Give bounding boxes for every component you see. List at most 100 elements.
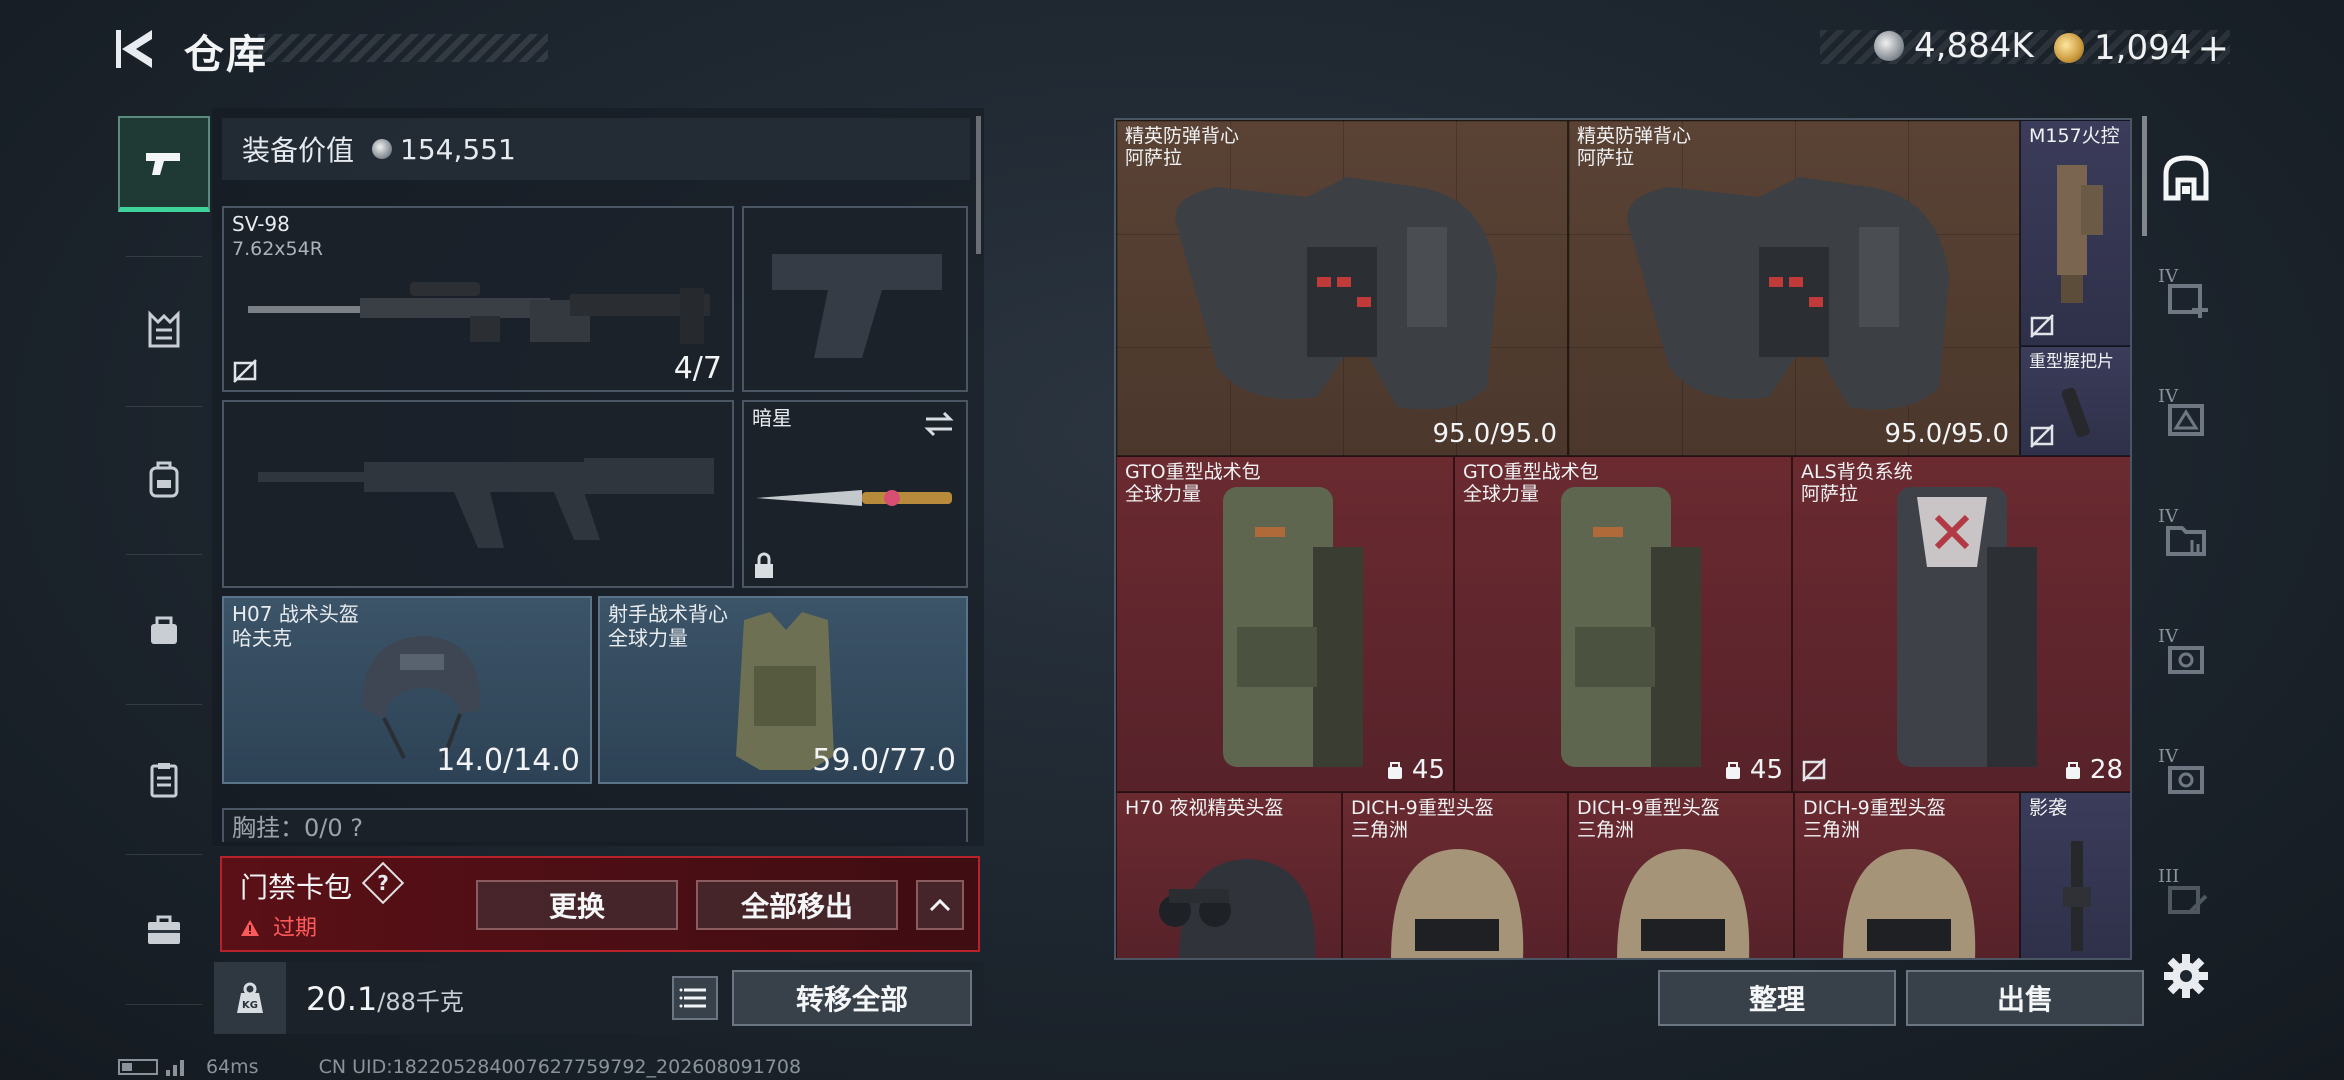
remove-all-button[interactable]: 全部移出 [696,880,898,930]
list-icon [679,988,706,1008]
stash-item[interactable]: 精英防弹背心 阿萨拉 95.0/95.0 [1568,120,2020,456]
gold-currency-value: 1,094 [2094,28,2192,68]
melee-name: 暗星 [752,406,792,430]
item-name: DICH-9重型头盔 [1577,797,1720,819]
rail-item-chest-rig[interactable] [118,282,210,378]
rail-item-add-storage[interactable]: IV [2146,248,2226,348]
capacity-icon [2065,762,2080,779]
tertiary-weapon-slot[interactable] [222,400,734,588]
transfer-all-button[interactable]: 转移全部 [732,970,972,1026]
no-durability-icon [2030,424,2054,448]
equipment-value: 154,551 [400,132,516,166]
silver-coin-icon [372,139,393,159]
lock-icon [755,552,773,578]
ping-readout: 64ms [206,1056,259,1078]
sort-button[interactable]: 整理 [1658,970,1896,1026]
stash-grid: 精英防弹背心 阿萨拉 95.0/95.0 精英防弹背心 阿萨拉 95.0/95.0 … [1114,118,2132,960]
weight-current: 20.1 [306,980,378,1018]
uid-readout: CN UID:182205284007627759792_20260809170… [318,1056,802,1078]
chest-rig-slot[interactable]: 胸挂：0/0 ? [222,808,968,842]
chest-rig-icon [148,310,180,348]
pistol-icon [146,152,180,175]
stash-item[interactable]: 影袭 [2020,792,2130,958]
stash-item[interactable]: GTO重型战术包 全球力量 45 [1454,456,1792,792]
gold-coin-icon [2054,33,2084,63]
signal-icon [166,1058,190,1076]
rail-item-case[interactable] [118,732,210,828]
stash-item[interactable]: GTO重型战术包 全球力量 45 [1116,456,1454,792]
gear-icon[interactable] [2162,952,2210,1000]
access-card-status: 过期 [240,910,317,942]
pistol-placeholder-icon [772,254,942,358]
rail-item-storage-3[interactable]: IV [2146,488,2226,588]
no-durability-icon [1802,758,1826,782]
item-name: 重型握把片 [2029,352,2114,372]
collapse-button[interactable] [916,880,964,930]
svg-text:KG: KG [242,1000,258,1011]
helmet-name: H07 战术头盔 [232,602,359,626]
weight-readout: 20.1/88千克 [306,980,464,1018]
rail-item-pouch[interactable] [118,582,210,678]
item-brand: 全球力量 [1463,483,1540,505]
storage-home-icon [2163,155,2209,201]
category-rail [118,106,210,1006]
stash-item[interactable]: 重型握把片 [2020,346,2130,456]
rail-item-all-storage[interactable] [2146,128,2226,228]
item-brand: 三角洲 [1577,819,1635,841]
storage-level: IV [2158,266,2179,287]
rifle-placeholder-icon [258,458,714,548]
warning-icon [241,920,259,936]
stash-item[interactable]: DICH-9重型头盔 三角洲 [1342,792,1568,958]
armor-durability: 59.0/77.0 [812,743,956,778]
item-name: DICH-9重型头盔 [1803,797,1946,819]
armor-slot[interactable]: 射手战术背心 全球力量 59.0/77.0 [598,596,968,784]
storage-level: III [2158,866,2180,887]
item-name: ALS背负系统 [1801,461,1913,483]
stash-item[interactable]: 精英防弹背心 阿萨拉 95.0/95.0 [1116,120,1568,456]
secondary-weapon-slot[interactable] [742,206,968,392]
weight-icon: KG [214,962,286,1034]
list-view-button[interactable] [672,976,718,1020]
sell-button[interactable]: 出售 [1906,970,2144,1026]
item-brand: 三角洲 [1803,819,1861,841]
grip-plate-icon [2061,387,2090,438]
expired-label: 过期 [273,916,318,941]
stash-item[interactable]: M157火控 [2020,120,2130,346]
rail-item-backpack[interactable] [118,432,210,528]
equipment-scrollbar[interactable] [976,116,981,254]
replace-button[interactable]: 更换 [476,880,678,930]
weapon-ammo: 4/7 [673,351,722,386]
item-capacity: 28 [2062,755,2123,785]
equipment-value-bar: 装备价值 154,551 [222,118,970,180]
stash-item[interactable]: ALS背负系统 阿萨拉 28 [1792,456,2130,792]
primary-weapon-slot[interactable]: SV-98 7.62x54R 4/7 [222,206,734,392]
storage-level: IV [2158,746,2179,767]
capacity-icon [1387,762,1402,779]
item-capacity: 45 [1384,755,1445,785]
rail-item-briefcase[interactable] [118,882,210,978]
swap-icon[interactable] [922,410,956,438]
knife-icon [756,490,952,506]
rail-item-weapons[interactable] [118,116,210,212]
stash-item[interactable]: H70 夜视精英头盔 [1116,792,1342,958]
helmet-slot[interactable]: H07 战术头盔 哈夫克 14.0/14.0 [222,596,592,784]
rail-item-storage-6[interactable]: III [2146,848,2226,948]
silver-currency-value: 4,884K [1914,26,2034,66]
stash-item[interactable]: DICH-9重型头盔 三角洲 [1568,792,1794,958]
heavy-helmet-icon [1617,849,1750,958]
rail-item-storage-4[interactable]: IV [2146,608,2226,708]
armor-name: 射手战术背心 [608,602,728,626]
rail-item-storage-2[interactable]: IV [2146,368,2226,468]
melee-slot[interactable]: 暗星 [742,400,968,588]
page-title: 仓库 [184,32,268,78]
weapon-name: SV-98 [232,212,290,236]
kettlebell-icon: KG [237,982,263,1013]
rail-item-storage-5[interactable]: IV [2146,728,2226,828]
item-name: GTO重型战术包 [1463,461,1599,483]
item-name: 精英防弹背心 [1577,125,1692,147]
back-icon[interactable] [112,26,164,72]
item-brand: 阿萨拉 [1801,483,1859,505]
helmet-durability: 14.0/14.0 [436,743,580,778]
stash-item[interactable]: DICH-9重型头盔 三角洲 [1794,792,2020,958]
add-currency-button[interactable]: + [2197,26,2229,70]
